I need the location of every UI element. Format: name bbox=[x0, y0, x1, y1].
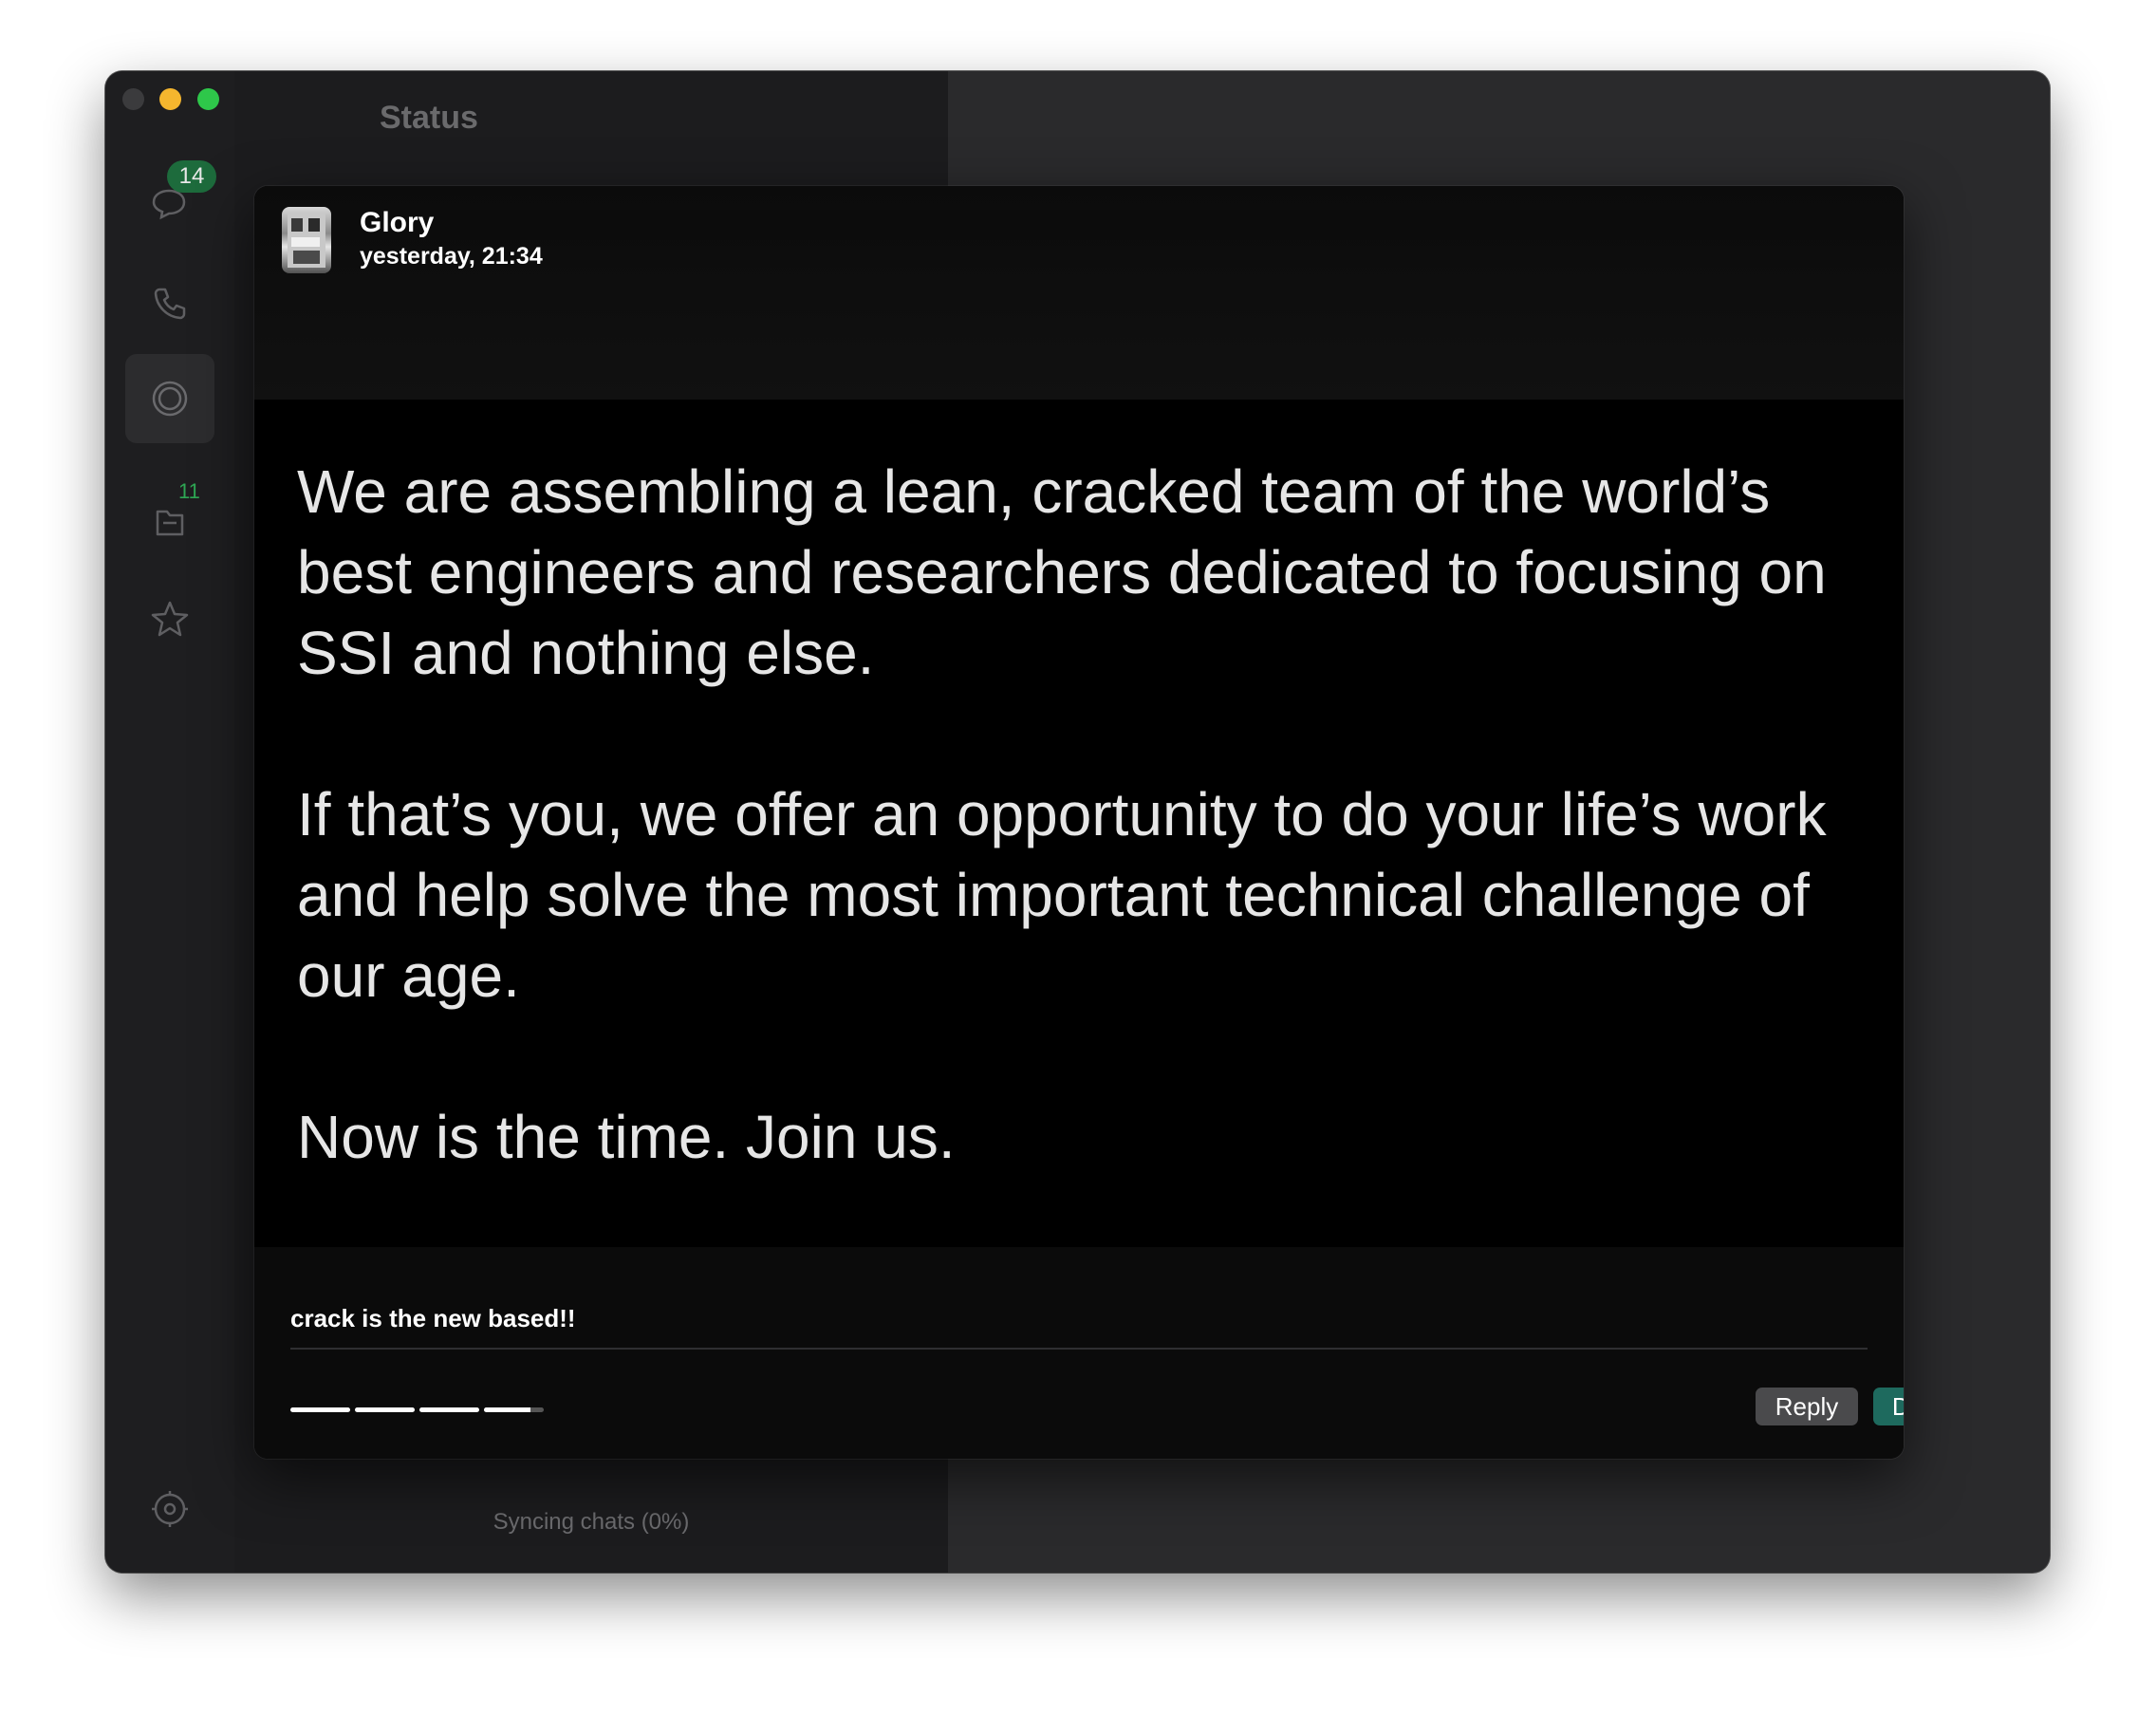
status-paragraph: We are assembling a lean, cracked team o… bbox=[297, 457, 1827, 687]
avatar[interactable] bbox=[282, 207, 331, 273]
progress-segment bbox=[290, 1407, 350, 1412]
star-icon bbox=[151, 601, 189, 637]
app-window: 14 11 Status Syncing chats (0%) Glory ye… bbox=[105, 71, 2050, 1573]
done-button[interactable]: Done bbox=[1873, 1388, 1904, 1425]
nav-chats[interactable]: 14 bbox=[125, 160, 216, 250]
status-viewer: Glory yesterday, 21:34 We are assembling… bbox=[254, 186, 1904, 1459]
page-title: Status bbox=[380, 100, 478, 136]
nav-calls[interactable] bbox=[125, 259, 214, 348]
phone-icon bbox=[154, 288, 186, 320]
status-caption: crack is the new based!! bbox=[290, 1304, 576, 1332]
progress-segment bbox=[419, 1407, 479, 1412]
viewer-footer-area bbox=[254, 1247, 1904, 1459]
settings-icon bbox=[152, 1491, 188, 1527]
sender-name: Glory bbox=[360, 207, 435, 238]
nav-archive[interactable]: 11 bbox=[125, 475, 214, 565]
status-paragraph: Now is the time. Join us. bbox=[297, 1103, 956, 1171]
status-paragraph: If that’s you, we offer an opportunity t… bbox=[297, 780, 1827, 1010]
reply-button[interactable]: Reply bbox=[1756, 1388, 1858, 1425]
progress-segment bbox=[355, 1407, 415, 1412]
nav-starred[interactable] bbox=[125, 574, 214, 663]
archive-count: 11 bbox=[178, 479, 200, 503]
close-window-button[interactable] bbox=[122, 88, 144, 110]
unread-chats-badge: 14 bbox=[167, 160, 216, 193]
minimize-window-button[interactable] bbox=[159, 88, 181, 110]
status-icon bbox=[152, 381, 188, 417]
sync-status-text: Syncing chats (0%) bbox=[493, 1509, 690, 1535]
divider bbox=[290, 1348, 1868, 1350]
status-content: We are assembling a lean, cracked team o… bbox=[297, 452, 1872, 1258]
nav-settings[interactable] bbox=[125, 1464, 214, 1554]
viewer-header-area bbox=[254, 186, 1904, 400]
navigation-rail: 14 11 bbox=[105, 71, 234, 1573]
post-time: yesterday, 21:34 bbox=[360, 243, 543, 270]
nav-status[interactable] bbox=[125, 354, 214, 443]
maximize-window-button[interactable] bbox=[197, 88, 219, 110]
progress-segment bbox=[484, 1407, 544, 1412]
status-progress bbox=[290, 1407, 544, 1412]
archive-icon bbox=[156, 510, 184, 536]
